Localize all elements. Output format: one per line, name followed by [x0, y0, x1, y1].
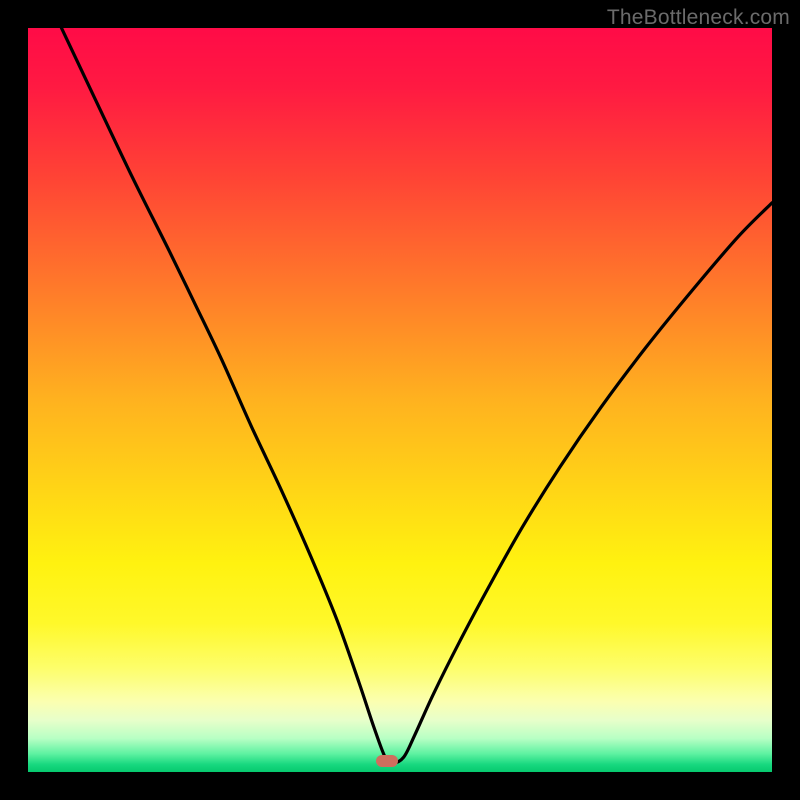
- watermark-text: TheBottleneck.com: [607, 6, 790, 30]
- plot-area: [28, 28, 772, 772]
- optimum-marker: [376, 755, 398, 767]
- chart-stage: TheBottleneck.com: [0, 0, 800, 800]
- bottleneck-curve: [28, 28, 772, 772]
